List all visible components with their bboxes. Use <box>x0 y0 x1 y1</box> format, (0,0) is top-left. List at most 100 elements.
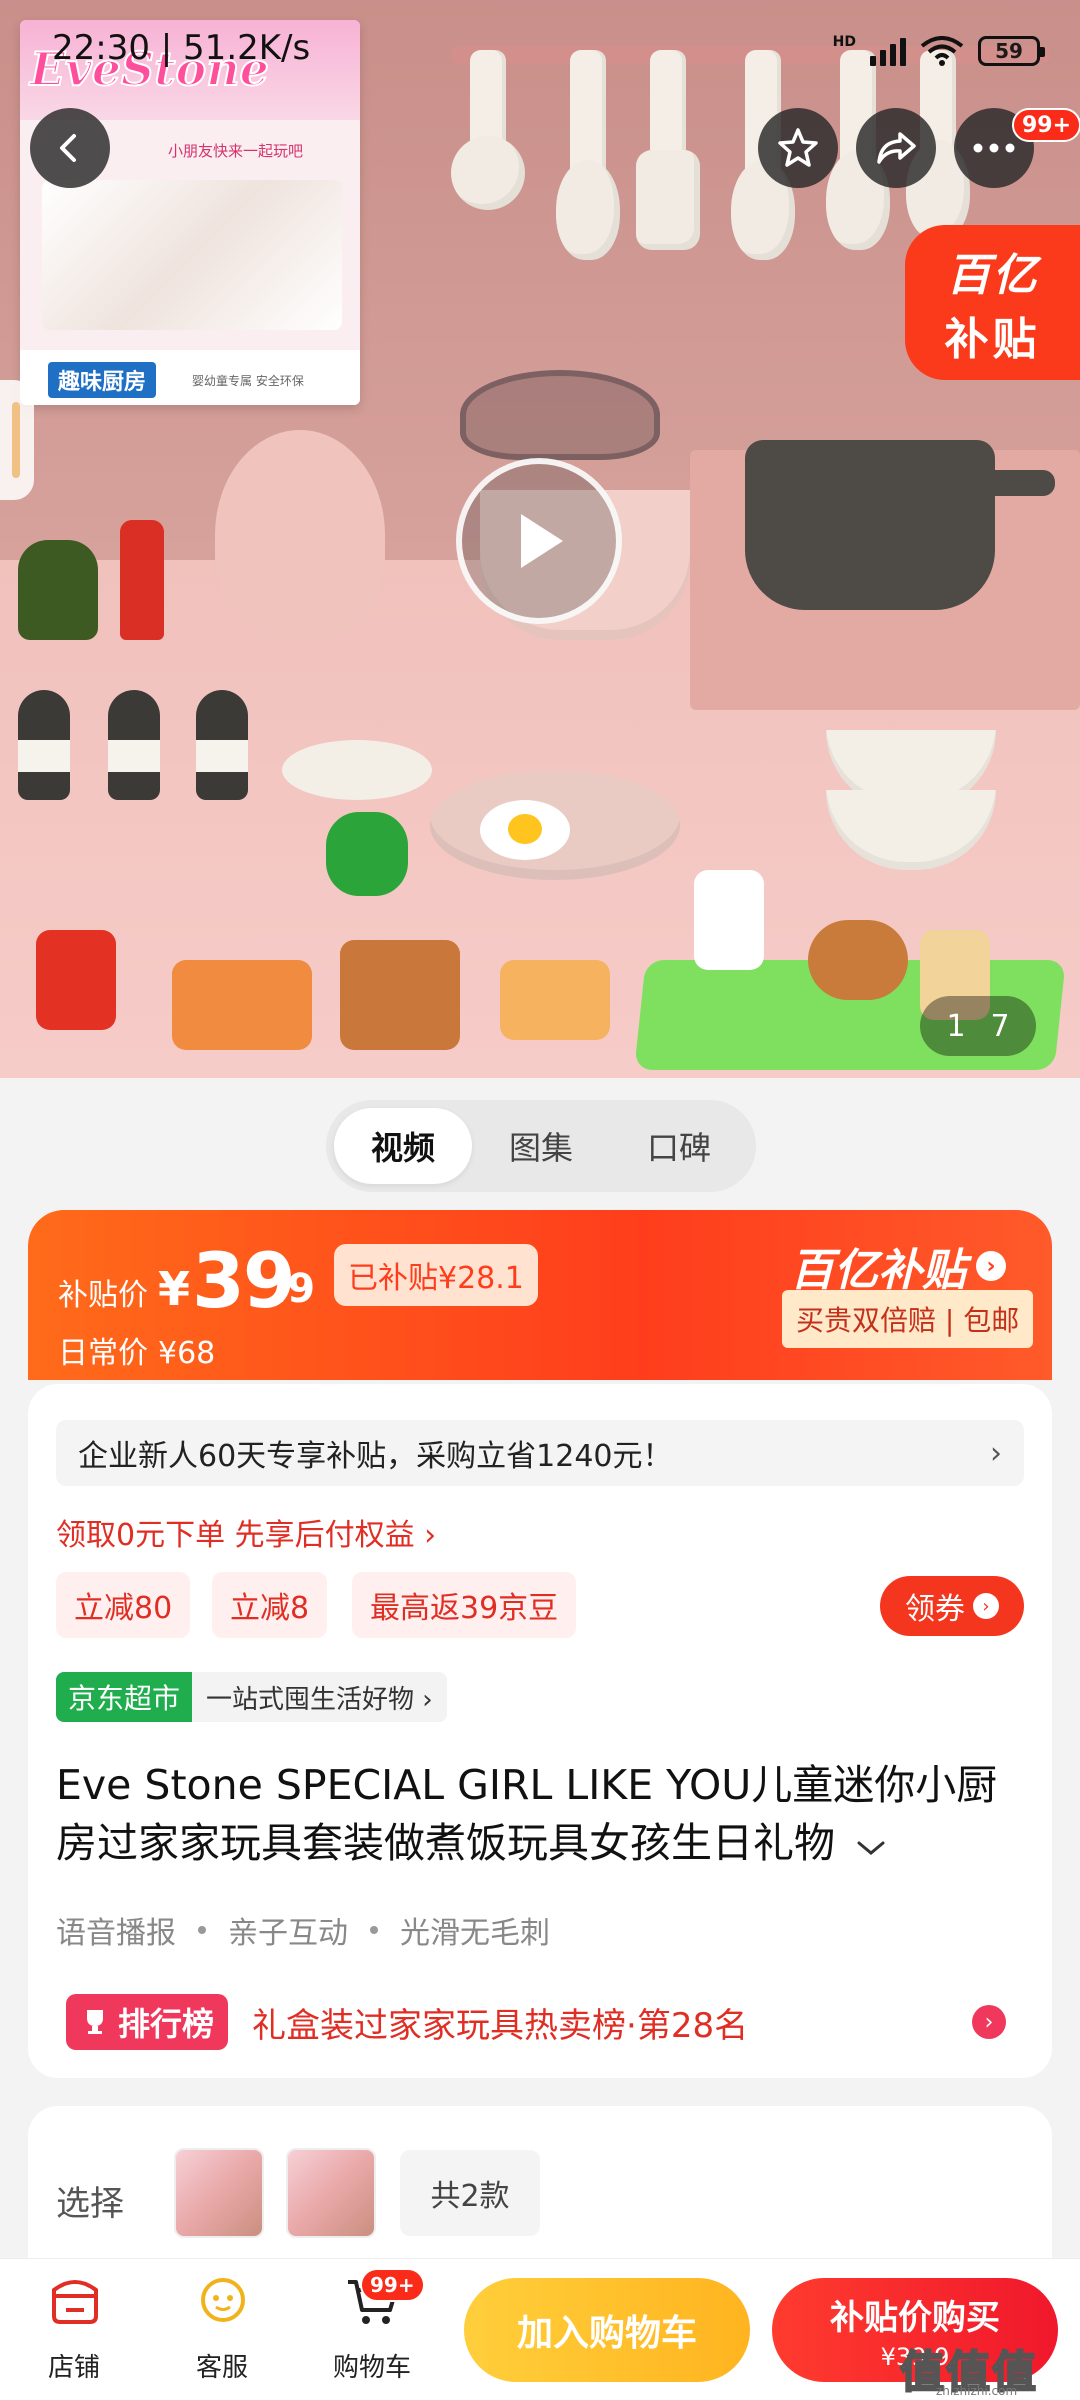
product-info-card <box>28 1384 1052 2078</box>
toy-plate <box>282 740 432 800</box>
signal-icon <box>870 36 906 66</box>
pay-later-link[interactable]: 领取0元下单 先享后付权益 › <box>56 1510 436 1554</box>
subsidy-price-label: 补贴价 <box>58 1278 148 1313</box>
cart-count-badge: 99+ <box>360 2268 425 2302</box>
image-total: 7 <box>990 1008 1010 1044</box>
share-button[interactable] <box>856 108 936 188</box>
toy-jar <box>18 540 98 640</box>
product-title[interactable]: Eve Stone SPECIAL GIRL LIKE YOU儿童迷你小厨房过家… <box>56 1756 1026 1872</box>
service-label: 客服 <box>195 2353 248 2383</box>
store-button[interactable]: 店铺 <box>14 2270 134 2390</box>
site-watermark-url: zhizhizhi.com <box>936 2384 1018 2398</box>
toy-ketchup <box>120 520 164 640</box>
toy-shaker <box>108 690 160 800</box>
toy-pot-lid <box>460 370 660 460</box>
toy-shaker <box>18 690 70 800</box>
media-tabs: 视频 图集 口碑 <box>326 1100 756 1192</box>
status-icons: HD 59 <box>832 34 1045 68</box>
battery-icon: 59 <box>978 36 1045 66</box>
trophy-icon <box>87 2010 103 2034</box>
newbie-subsidy-bar[interactable]: 企业新人60天专享补贴，采购立省1240元！ › <box>56 1420 1024 1486</box>
coupon-chip[interactable]: 立减80 <box>56 1572 191 1638</box>
store-icon <box>52 2280 98 2324</box>
star-icon <box>778 128 818 167</box>
chevron-right-icon: › <box>973 1593 999 1619</box>
toy-sandwich <box>172 960 312 1050</box>
ranking-badge: 排行榜 <box>66 1994 229 2050</box>
store-label: 店铺 <box>47 2353 100 2383</box>
ranking-badge-label: 排行榜 <box>118 2005 215 2043</box>
toy-pepper <box>326 812 408 896</box>
tab-video[interactable]: 视频 <box>334 1108 472 1184</box>
bullet-dot <box>370 1926 378 1934</box>
box-note: 婴幼童专属 安全环保 <box>192 374 304 388</box>
toy-cup <box>694 870 764 970</box>
toy-egg <box>480 800 570 860</box>
subsidy-sticker-line2: 补贴 <box>944 313 1041 365</box>
claim-coupon-button[interactable]: 领券 › <box>880 1576 1024 1636</box>
subsidy-sticker-line1: 百亿 <box>946 249 1039 301</box>
message-badge: 99+ <box>1012 108 1080 142</box>
image-counter: 1 7 <box>920 996 1036 1056</box>
coupon-chip[interactable]: 最高返39京豆 <box>352 1572 577 1638</box>
price-decimal: .9 <box>272 1266 316 1312</box>
add-to-cart-button[interactable]: 加入购物车 <box>464 2278 750 2382</box>
box-slogan: 小朋友快来一起玩吧 <box>168 142 304 160</box>
claim-coupon-label: 领券 <box>905 1592 965 1627</box>
play-video-button[interactable] <box>456 458 622 624</box>
select-label: 选择 <box>56 2184 124 2224</box>
jd-supermarket-row[interactable]: 京东超市 一站式囤生活好物 › <box>56 1672 447 1722</box>
chevron-right-icon: › <box>972 2005 1006 2039</box>
hd-indicator: HD <box>832 34 856 50</box>
image-index: 1 <box>946 1008 966 1044</box>
daily-price: 日常价 ¥68 <box>58 1328 215 1372</box>
box-name: 趣味厨房 <box>48 362 157 398</box>
feature-item: 亲子互动 <box>228 1916 348 1951</box>
toy-kettle <box>215 430 385 640</box>
toy-shaker <box>196 690 248 800</box>
cart-label: 购物车 <box>332 2353 411 2383</box>
guarantee-tag: 买贵双倍赔 | 包邮 <box>782 1290 1034 1348</box>
wifi-icon <box>920 36 964 66</box>
variant-count[interactable]: 共2款 <box>400 2150 540 2236</box>
coupon-chip[interactable]: 立减8 <box>212 1572 328 1638</box>
tab-gallery[interactable]: 图集 <box>472 1108 610 1184</box>
more-icon <box>973 143 1015 153</box>
play-icon <box>521 514 563 568</box>
chevron-down-icon <box>857 1841 885 1855</box>
toy-fries <box>36 930 116 1030</box>
variant-thumbnail[interactable] <box>286 2148 376 2238</box>
toy-pressure-cooker <box>745 440 1055 610</box>
customer-service-button[interactable]: 客服 <box>162 2270 282 2390</box>
variant-thumbnail[interactable] <box>174 2148 264 2238</box>
feature-list: 语音播报 亲子互动 光滑无毛刺 <box>56 1908 550 1952</box>
service-icon <box>201 2278 245 2322</box>
daily-price-label: 日常价 <box>58 1336 148 1371</box>
billion-subsidy-link[interactable]: 百亿补贴 › <box>790 1234 1006 1298</box>
status-time: 22:30 | 51.2K/s <box>52 28 311 68</box>
tab-reviews[interactable]: 口碑 <box>610 1108 748 1184</box>
side-drawer-handle[interactable] <box>0 380 34 500</box>
billion-subsidy-title: 百亿补贴 <box>790 1245 966 1296</box>
share-icon <box>877 132 916 164</box>
chevron-right-icon: › <box>990 1435 1002 1471</box>
jd-supermarket-tag: 京东超市 <box>56 1672 193 1722</box>
feature-item: 光滑无毛刺 <box>400 1916 550 1951</box>
toy-waffle <box>500 960 610 1040</box>
toy-burger <box>808 920 908 1000</box>
bullet-dot <box>198 1926 206 1934</box>
daily-price-value: ¥68 <box>158 1336 216 1371</box>
toy-toast <box>340 940 460 1050</box>
price-currency: ¥ <box>158 1262 191 1316</box>
newbie-subsidy-text: 企业新人60天专享补贴，采购立省1240元！ <box>78 1439 673 1474</box>
back-icon <box>60 134 76 162</box>
back-button[interactable] <box>30 108 110 188</box>
ranking-text: 礼盒装过家家玩具热卖榜·第28名 <box>252 2005 749 2046</box>
chevron-right-icon: › <box>976 1251 1006 1281</box>
buy-now-label: 补贴价购买 <box>830 2297 1000 2338</box>
subsidy-sticker[interactable]: 百亿 补贴 <box>905 225 1080 380</box>
jd-supermarket-text: 一站式囤生活好物 › <box>206 1684 433 1715</box>
ranking-row[interactable]: 排行榜 礼盒装过家家玩具热卖榜·第28名 › <box>66 1992 1006 2052</box>
favorite-button[interactable] <box>758 108 838 188</box>
feature-item: 语音播报 <box>56 1916 176 1951</box>
